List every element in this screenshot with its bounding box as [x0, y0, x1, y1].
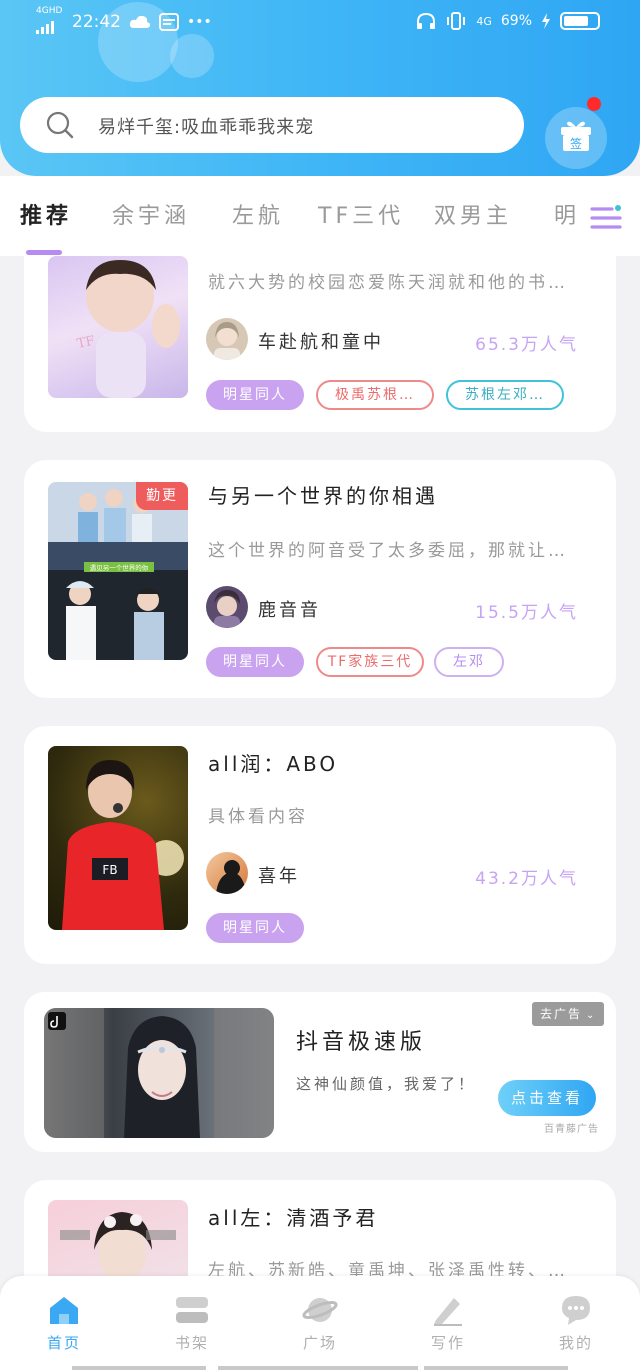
ad-title: 抖音极速版 — [296, 1030, 427, 1055]
tab-yu-yuhan[interactable]: 余宇涵 — [112, 198, 190, 230]
ad-image — [44, 1008, 274, 1138]
book-card[interactable]: FB all润：ABO 具体看内容 喜年 43.2万人气 明星同人 — [24, 726, 616, 964]
chat-icon — [562, 1296, 590, 1325]
network-4g: 4G — [476, 14, 492, 28]
pen-icon — [434, 1298, 462, 1326]
search-icon — [46, 111, 74, 139]
nav-bookshelf[interactable]: 书架 — [152, 1294, 232, 1353]
popularity-count: 65.3万人气 — [475, 335, 578, 355]
book-description: 具体看内容 — [208, 807, 308, 827]
ad-description: 这神仙颜值，我爱了！ — [296, 1075, 477, 1093]
author-name: 车赴航和童中 — [258, 332, 384, 353]
popularity-count: 43.2万人气 — [475, 869, 578, 889]
tag-chip[interactable]: 左邓 — [434, 647, 504, 677]
battery-percent: 69% — [500, 13, 532, 29]
bookshelf-icon — [176, 1297, 208, 1323]
author-avatar — [206, 852, 248, 894]
author-avatar — [206, 586, 248, 628]
vibrate-icon — [447, 12, 466, 30]
author-avatar — [206, 318, 248, 360]
book-cover: FB — [48, 746, 188, 930]
nav-home[interactable]: 首页 — [24, 1294, 104, 1353]
book-cover: 遇见另一个世界的你 勤更 — [48, 482, 188, 660]
tag-chip[interactable]: 明星同人 — [206, 380, 304, 410]
tag-chip[interactable]: 极禹苏根… — [316, 380, 434, 410]
ad-card[interactable]: 抖音极速版 这神仙颜值，我爱了！ 点击查看 去广告 ⌄ 百青藤广告 — [24, 992, 616, 1152]
home-icon — [50, 1297, 78, 1324]
planet-icon — [302, 1298, 338, 1322]
book-description: 这个世界的阿音受了太多委屈，那就让… — [208, 541, 568, 561]
update-badge: 勤更 — [136, 482, 188, 510]
nav-write-label: 写作 — [430, 1334, 465, 1352]
tab-recommend[interactable]: 推荐 — [20, 198, 72, 230]
author-name: 喜年 — [258, 866, 300, 887]
nav-square-label: 广场 — [302, 1334, 337, 1352]
nav-square[interactable]: 广场 — [280, 1294, 360, 1353]
nav-write[interactable]: 写作 — [408, 1294, 488, 1353]
network-type: 4GHD — [36, 6, 63, 16]
category-tabs: 推荐 余宇涵 左航 TF三代 双男主 明 — [0, 176, 640, 256]
active-tab-indicator — [26, 250, 62, 255]
nav-home-label: 首页 — [46, 1334, 81, 1352]
nav-bookshelf-label: 书架 — [174, 1334, 209, 1352]
tab-ming[interactable]: 明 — [554, 198, 580, 230]
nav-mine[interactable]: 我的 — [536, 1294, 616, 1353]
tab-double-male[interactable]: 双男主 — [434, 198, 512, 230]
ad-cta-button[interactable]: 点击查看 — [498, 1080, 596, 1116]
search-bar[interactable]: 易烊千玺:吸血乖乖我来宠 — [20, 97, 524, 153]
remove-ad-button[interactable]: 去广告 ⌄ — [532, 1002, 604, 1026]
tab-tf-third-gen[interactable]: TF三代 — [318, 198, 404, 230]
charging-icon — [542, 13, 550, 29]
book-title: all润：ABO — [208, 752, 339, 776]
book-description: 就六大势的校园恋爱陈天润就和他的书… — [208, 273, 568, 293]
search-placeholder: 易烊千玺:吸血乖乖我来宠 — [98, 117, 315, 138]
ad-source: 百青藤广告 — [544, 1124, 599, 1135]
gesture-bar — [72, 1366, 568, 1370]
tab-zuo-hang[interactable]: 左航 — [232, 198, 284, 230]
cover-caption: 遇见另一个世界的你 — [90, 563, 149, 572]
cloud-icon — [129, 15, 151, 28]
headphones-icon — [417, 12, 436, 29]
signin-label: 签 — [570, 136, 582, 151]
app-header: 4GHD 22:42 ••• 4G 69% 易烊千玺:吸血乖乖我来宠 签 — [0, 0, 640, 176]
bottom-navigation: 首页 书架 广场 写作 我的 — [0, 1276, 640, 1372]
tag-chip[interactable]: 苏根左邓… — [446, 380, 564, 410]
book-title: all左：清酒予君 — [208, 1206, 379, 1230]
remove-ad-label: 去广告 — [540, 1007, 583, 1021]
svg-text:TF: TF — [76, 334, 96, 352]
cellular-signal-icon: 4GHD — [36, 6, 64, 34]
chevron-down-icon: ⌄ — [586, 1010, 597, 1021]
nav-mine-label: 我的 — [558, 1334, 593, 1352]
book-card[interactable]: TF 就六大势的校园恋爱陈天润就和他的书… 车赴航和童中 65.3万人气 明星同… — [24, 256, 616, 432]
tag-chip[interactable]: 明星同人 — [206, 647, 304, 677]
tag-chip[interactable]: TF家族三代 — [316, 647, 424, 677]
status-bar: 4GHD 22:42 ••• 4G 69% — [0, 0, 640, 46]
status-time: 22:42 — [72, 12, 121, 32]
notification-card-icon — [159, 13, 179, 31]
menu-icon[interactable] — [590, 203, 622, 233]
book-cover: TF — [48, 256, 188, 398]
book-card[interactable]: 遇见另一个世界的你 勤更 与另一个世界的你相遇 这个世界的阿音受了太多委屈，那就… — [24, 460, 616, 698]
book-title: 与另一个世界的你相遇 — [208, 484, 438, 508]
signin-button[interactable]: 签 — [545, 97, 607, 169]
battery-icon — [560, 12, 600, 30]
tag-chip[interactable]: 明星同人 — [206, 913, 304, 943]
popularity-count: 15.5万人气 — [475, 603, 578, 623]
svg-text:FB: FB — [102, 863, 117, 877]
notification-dot — [587, 97, 601, 111]
more-dots: ••• — [187, 14, 212, 30]
gift-signin-icon: 签 — [561, 121, 591, 151]
author-name: 鹿音音 — [258, 600, 321, 621]
